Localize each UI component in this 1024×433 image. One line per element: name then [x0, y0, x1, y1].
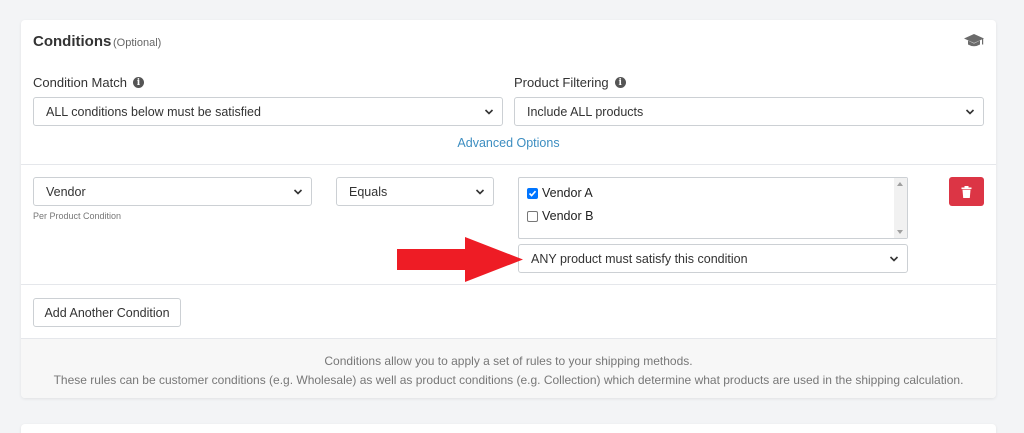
- check-icon: [528, 190, 537, 197]
- scroll-up-icon[interactable]: [897, 182, 903, 186]
- trash-icon: [961, 185, 972, 198]
- condition-field-select[interactable]: Vendor: [33, 177, 312, 206]
- chevron-down-icon: [293, 189, 303, 195]
- divider: [21, 284, 996, 285]
- advanced-options-link[interactable]: Advanced Options: [21, 136, 996, 150]
- product-filtering-label: Product Filtering i: [514, 75, 626, 90]
- list-item[interactable]: Vendor B: [527, 209, 593, 223]
- product-filtering-value: Include ALL products: [527, 104, 644, 119]
- condition-operator-value: Equals: [349, 184, 388, 199]
- help-footer: Conditions allow you to apply a set of r…: [21, 338, 996, 398]
- scrollbar[interactable]: [894, 178, 907, 238]
- next-card: [21, 424, 996, 433]
- vendor-multiselect[interactable]: Vendor A Vendor B: [518, 177, 908, 239]
- condition-match-select[interactable]: ALL conditions below must be satisfied: [33, 97, 503, 126]
- field-hint: Per Product Condition: [33, 211, 122, 221]
- footer-line-2: These rules can be customer conditions (…: [53, 373, 964, 387]
- checkbox-checked[interactable]: [527, 187, 538, 199]
- product-filtering-select[interactable]: Include ALL products: [514, 97, 984, 126]
- conditions-card: Conditions (Optional) Condition Match i …: [21, 20, 996, 398]
- option-label: Vendor A: [542, 186, 593, 200]
- condition-field-value: Vendor: [46, 184, 86, 199]
- chevron-down-icon: [484, 109, 494, 115]
- condition-operator-select[interactable]: Equals: [336, 177, 494, 206]
- optional-label: (Optional): [113, 37, 162, 49]
- condition-scope-select[interactable]: ANY product must satisfy this condition: [518, 244, 908, 273]
- condition-scope-value: ANY product must satisfy this condition: [531, 251, 748, 266]
- condition-match-label-text: Condition Match: [33, 75, 127, 90]
- delete-condition-button[interactable]: [949, 177, 984, 206]
- chevron-down-icon: [475, 189, 485, 195]
- checkbox-unchecked[interactable]: [527, 210, 538, 222]
- chevron-down-icon: [889, 256, 899, 262]
- divider: [21, 164, 996, 165]
- scroll-down-icon[interactable]: [897, 230, 903, 234]
- card-title: Conditions: [33, 33, 112, 50]
- red-arrow-annotation: [397, 237, 523, 282]
- graduation-cap-icon[interactable]: [963, 33, 985, 49]
- info-icon[interactable]: i: [614, 77, 626, 88]
- list-item[interactable]: Vendor A: [527, 186, 593, 200]
- condition-match-label: Condition Match i: [33, 75, 144, 90]
- product-filtering-label-text: Product Filtering: [514, 75, 609, 90]
- option-label: Vendor B: [542, 209, 594, 223]
- add-another-condition-button[interactable]: Add Another Condition: [33, 298, 181, 327]
- info-icon[interactable]: i: [132, 77, 144, 88]
- chevron-down-icon: [965, 109, 975, 115]
- condition-match-value: ALL conditions below must be satisfied: [46, 104, 261, 119]
- footer-line-1: Conditions allow you to apply a set of r…: [324, 354, 693, 368]
